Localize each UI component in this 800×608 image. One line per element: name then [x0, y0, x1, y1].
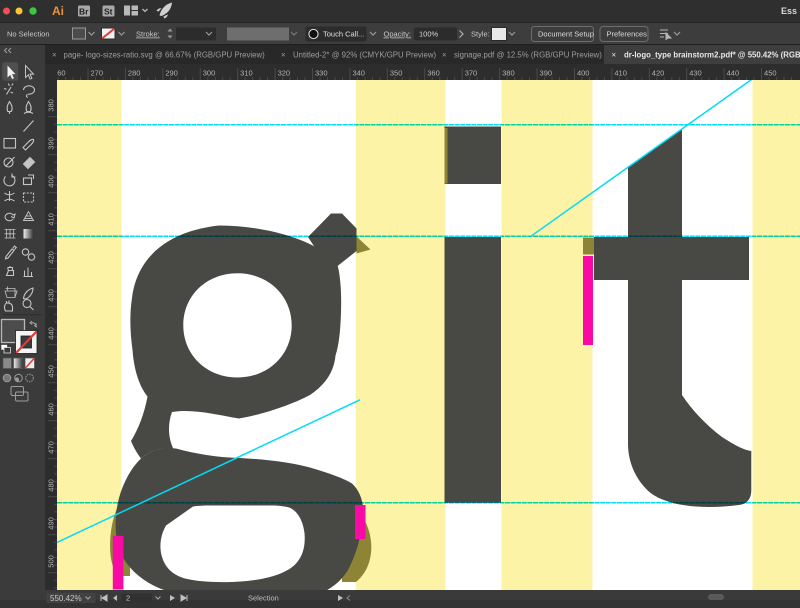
svg-text:340: 340: [352, 69, 365, 78]
svg-text:390: 390: [540, 69, 553, 78]
svg-text:Stroke:: Stroke:: [136, 30, 160, 39]
svg-text:280: 280: [128, 69, 141, 78]
svg-text:Selection: Selection: [248, 594, 279, 603]
svg-text:450: 450: [47, 365, 56, 378]
svg-text:Br: Br: [79, 7, 89, 17]
svg-text:Ai: Ai: [52, 4, 64, 18]
svg-text:2: 2: [126, 594, 130, 603]
svg-text:460: 460: [47, 403, 56, 416]
svg-text:270: 270: [91, 69, 104, 78]
svg-text:420: 420: [47, 251, 56, 264]
svg-text:320: 320: [278, 69, 291, 78]
svg-text:500: 500: [47, 555, 56, 568]
svg-text:410: 410: [614, 69, 627, 78]
svg-text:No Selection: No Selection: [7, 30, 50, 39]
svg-text:440: 440: [47, 327, 56, 340]
svg-text:440: 440: [727, 69, 740, 78]
svg-text:St: St: [104, 7, 113, 17]
svg-text:430: 430: [47, 289, 56, 302]
svg-text:Preferences: Preferences: [607, 30, 648, 39]
svg-text:Untitled-2* @ 92% (CMYK/GPU Pr: Untitled-2* @ 92% (CMYK/GPU Preview): [293, 51, 437, 60]
svg-text:360: 360: [427, 69, 440, 78]
svg-text:×: ×: [442, 51, 447, 60]
svg-text:×: ×: [281, 51, 286, 60]
svg-text:100%: 100%: [419, 30, 439, 39]
svg-text:370: 370: [465, 69, 478, 78]
svg-text:400: 400: [47, 175, 56, 188]
svg-text:380: 380: [502, 69, 515, 78]
svg-text:×: ×: [612, 51, 617, 60]
svg-text:480: 480: [47, 479, 56, 492]
svg-text:×: ×: [52, 51, 57, 60]
svg-text:450: 450: [764, 69, 777, 78]
svg-text:Ess: Ess: [781, 6, 797, 16]
svg-text:Touch Call...: Touch Call...: [323, 30, 364, 39]
svg-text:290: 290: [165, 69, 178, 78]
svg-text:signage.pdf @ 12.5% (RGB/GPU P: signage.pdf @ 12.5% (RGB/GPU Preview): [454, 51, 602, 60]
svg-text:page- logo-sizes-ratio.svg @ 6: page- logo-sizes-ratio.svg @ 66.67% (RGB…: [64, 51, 266, 60]
svg-text:410: 410: [47, 213, 56, 226]
svg-text:310: 310: [240, 69, 253, 78]
svg-text:Opacity:: Opacity:: [384, 30, 412, 39]
svg-text:350: 350: [390, 69, 403, 78]
svg-text:550.42%: 550.42%: [50, 594, 82, 603]
svg-text:380: 380: [47, 99, 56, 112]
svg-text:Document Setup: Document Setup: [538, 30, 594, 39]
svg-text:dr-logo_type brainstorm2.pdf*: dr-logo_type brainstorm2.pdf* @ 550.42% …: [624, 51, 800, 60]
svg-text:330: 330: [315, 69, 328, 78]
svg-text:470: 470: [47, 441, 56, 454]
svg-text:390: 390: [47, 137, 56, 150]
svg-text:490: 490: [47, 517, 56, 530]
svg-text:430: 430: [689, 69, 702, 78]
svg-text:400: 400: [577, 69, 590, 78]
svg-text:300: 300: [203, 69, 216, 78]
svg-text:Style:: Style:: [471, 30, 490, 39]
svg-text:420: 420: [652, 69, 665, 78]
